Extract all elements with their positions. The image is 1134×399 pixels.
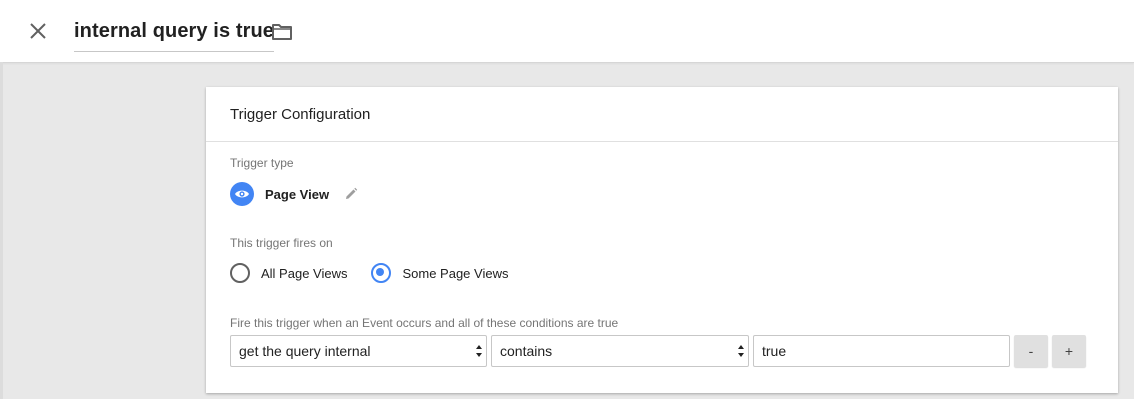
remove-condition-button[interactable]: - <box>1014 335 1048 367</box>
close-icon <box>30 23 46 39</box>
variable-select-value: get the query internal <box>239 343 371 359</box>
fires-on-options: All Page Views Some Page Views <box>230 263 532 283</box>
trigger-name-title[interactable]: internal query is true <box>74 17 275 52</box>
pencil-icon[interactable] <box>343 186 359 202</box>
trigger-type-value: Page View <box>265 186 330 202</box>
close-button[interactable] <box>26 19 50 43</box>
left-panel-edge <box>0 62 3 399</box>
radio-some-page-views[interactable]: Some Page Views <box>371 263 508 283</box>
condition-value-input[interactable] <box>753 335 1010 367</box>
radio-label: All Page Views <box>261 265 348 281</box>
header-bar: internal query is true <box>0 0 1134 63</box>
eye-icon <box>230 182 254 206</box>
operator-select-value: contains <box>500 343 553 359</box>
folder-icon <box>272 24 292 40</box>
radio-button[interactable] <box>230 263 250 283</box>
add-condition-button[interactable]: + <box>1052 335 1086 367</box>
radio-label: Some Page Views <box>402 265 509 281</box>
radio-button-selected[interactable] <box>371 263 392 283</box>
fires-on-label: This trigger fires on <box>230 236 333 250</box>
condition-row: get the query internal contains - + <box>230 335 1086 367</box>
select-arrows-icon <box>738 345 744 357</box>
variable-select[interactable]: get the query internal <box>230 335 487 367</box>
radio-all-page-views[interactable]: All Page Views <box>230 263 347 283</box>
card-title: Trigger Configuration <box>206 87 1118 142</box>
select-arrows-icon <box>476 345 482 357</box>
trigger-configuration-card: Trigger Configuration Trigger type Page … <box>206 87 1118 393</box>
trigger-type-label: Trigger type <box>230 156 294 170</box>
trigger-type-row[interactable]: Page View <box>230 182 359 206</box>
operator-select[interactable]: contains <box>491 335 749 367</box>
conditions-label: Fire this trigger when an Event occurs a… <box>230 316 619 330</box>
folder-button[interactable] <box>270 20 294 44</box>
